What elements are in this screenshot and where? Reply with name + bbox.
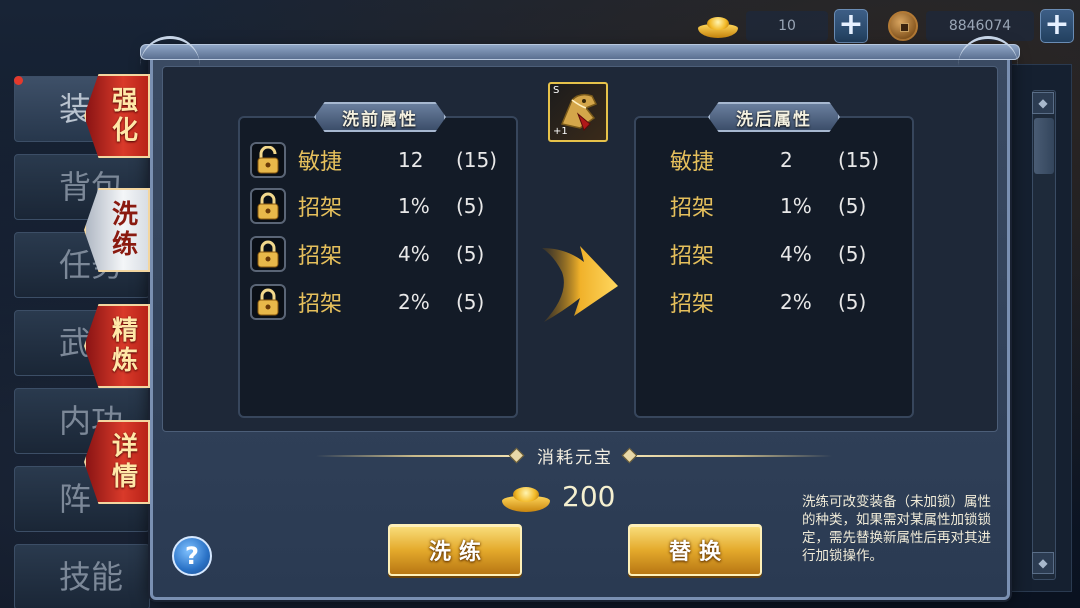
- left-tab-skill[interactable]: 技能: [14, 544, 150, 608]
- after-title: 洗后属性: [736, 109, 812, 130]
- add-ingot-button[interactable]: +: [834, 9, 868, 43]
- attribute-name: 招架: [670, 244, 715, 269]
- equipment-slot[interactable]: S +1: [548, 82, 608, 142]
- attribute-max: (15): [456, 148, 498, 172]
- attribute-max: (5): [456, 194, 485, 218]
- padlock-icon: [257, 240, 279, 268]
- hint-text: 洗练可改变装备（未加锁）属性的种类，如果需对某属性加锁锁定，需先替换新属性后再对…: [802, 494, 991, 564]
- add-coin-button[interactable]: +: [1040, 9, 1074, 43]
- lock-toggle[interactable]: [250, 188, 286, 224]
- after-row: 招架 2% (5): [670, 282, 866, 322]
- attribute-value: 2: [780, 148, 793, 172]
- notification-dot: [14, 76, 23, 85]
- before-title: 洗前属性: [342, 109, 418, 130]
- cost-amount: 200: [562, 480, 616, 513]
- attribute-max: (15): [838, 148, 880, 172]
- attribute-max: (5): [456, 290, 485, 314]
- attribute-name: 招架: [298, 244, 343, 269]
- before-row: 招架 2% (5): [250, 282, 484, 322]
- scroll-down-button[interactable]: ◆: [1032, 552, 1054, 574]
- attribute-max: (5): [838, 290, 867, 314]
- attribute-name: 敏捷: [298, 150, 343, 175]
- attribute-name: 敏捷: [670, 150, 715, 175]
- ingot-count: 10: [746, 11, 828, 41]
- ribbon-tab-label: 强化: [111, 86, 138, 146]
- gold-ingot-icon: [500, 482, 552, 514]
- gold-ingot-icon: [696, 12, 740, 40]
- padlock-icon: [257, 288, 279, 316]
- cost-label: 消耗元宝: [537, 448, 613, 468]
- attribute-value: 2%: [398, 290, 430, 314]
- attribute-name: 招架: [670, 292, 715, 317]
- lock-toggle[interactable]: [250, 284, 286, 320]
- attribute-value: 4%: [780, 242, 812, 266]
- attribute-value: 1%: [780, 194, 812, 218]
- replace-button[interactable]: 替换: [628, 524, 762, 576]
- attribute-value: 12: [398, 148, 424, 172]
- ribbon-tab-label: 洗练: [111, 200, 138, 260]
- before-row: 敏捷 12 (15): [250, 140, 497, 180]
- attribute-name: 招架: [298, 292, 343, 317]
- after-row: 招架 1% (5): [670, 186, 866, 226]
- attribute-max: (5): [838, 194, 867, 218]
- ribbon-tab-label: 详情: [111, 432, 138, 492]
- dialog-top-bar: [140, 44, 1020, 60]
- item-level: +1: [553, 126, 568, 137]
- cost-divider-left: [316, 455, 512, 457]
- after-row: 敏捷 2 (15): [670, 140, 879, 180]
- lock-toggle[interactable]: [250, 236, 286, 272]
- unlock-toggle[interactable]: [250, 142, 286, 178]
- attribute-value: 4%: [398, 242, 430, 266]
- before-header: 洗前属性: [306, 98, 454, 136]
- before-row: 招架 4% (5): [250, 234, 484, 274]
- unlocked-padlock-icon: [257, 146, 279, 174]
- attribute-name: 招架: [298, 196, 343, 221]
- after-header: 洗后属性: [700, 98, 848, 136]
- attribute-value: 2%: [780, 290, 812, 314]
- scrollbar-thumb[interactable]: [1034, 118, 1054, 174]
- transform-arrow-icon: [542, 246, 618, 322]
- copper-coin-icon: [888, 11, 918, 41]
- after-row: 招架 4% (5): [670, 234, 866, 274]
- attribute-name: 招架: [670, 196, 715, 221]
- ribbon-tab-label: 精炼: [111, 316, 138, 376]
- scroll-up-button[interactable]: ◆: [1032, 92, 1054, 114]
- ingot-currency: 10 +: [696, 8, 868, 44]
- attribute-max: (5): [838, 242, 867, 266]
- wash-button[interactable]: 洗练: [388, 524, 522, 576]
- padlock-icon: [257, 192, 279, 220]
- before-row: 招架 1% (5): [250, 186, 484, 226]
- attribute-value: 1%: [398, 194, 430, 218]
- cost-divider-right: [636, 455, 832, 457]
- help-button[interactable]: ?: [172, 536, 212, 576]
- attribute-max: (5): [456, 242, 485, 266]
